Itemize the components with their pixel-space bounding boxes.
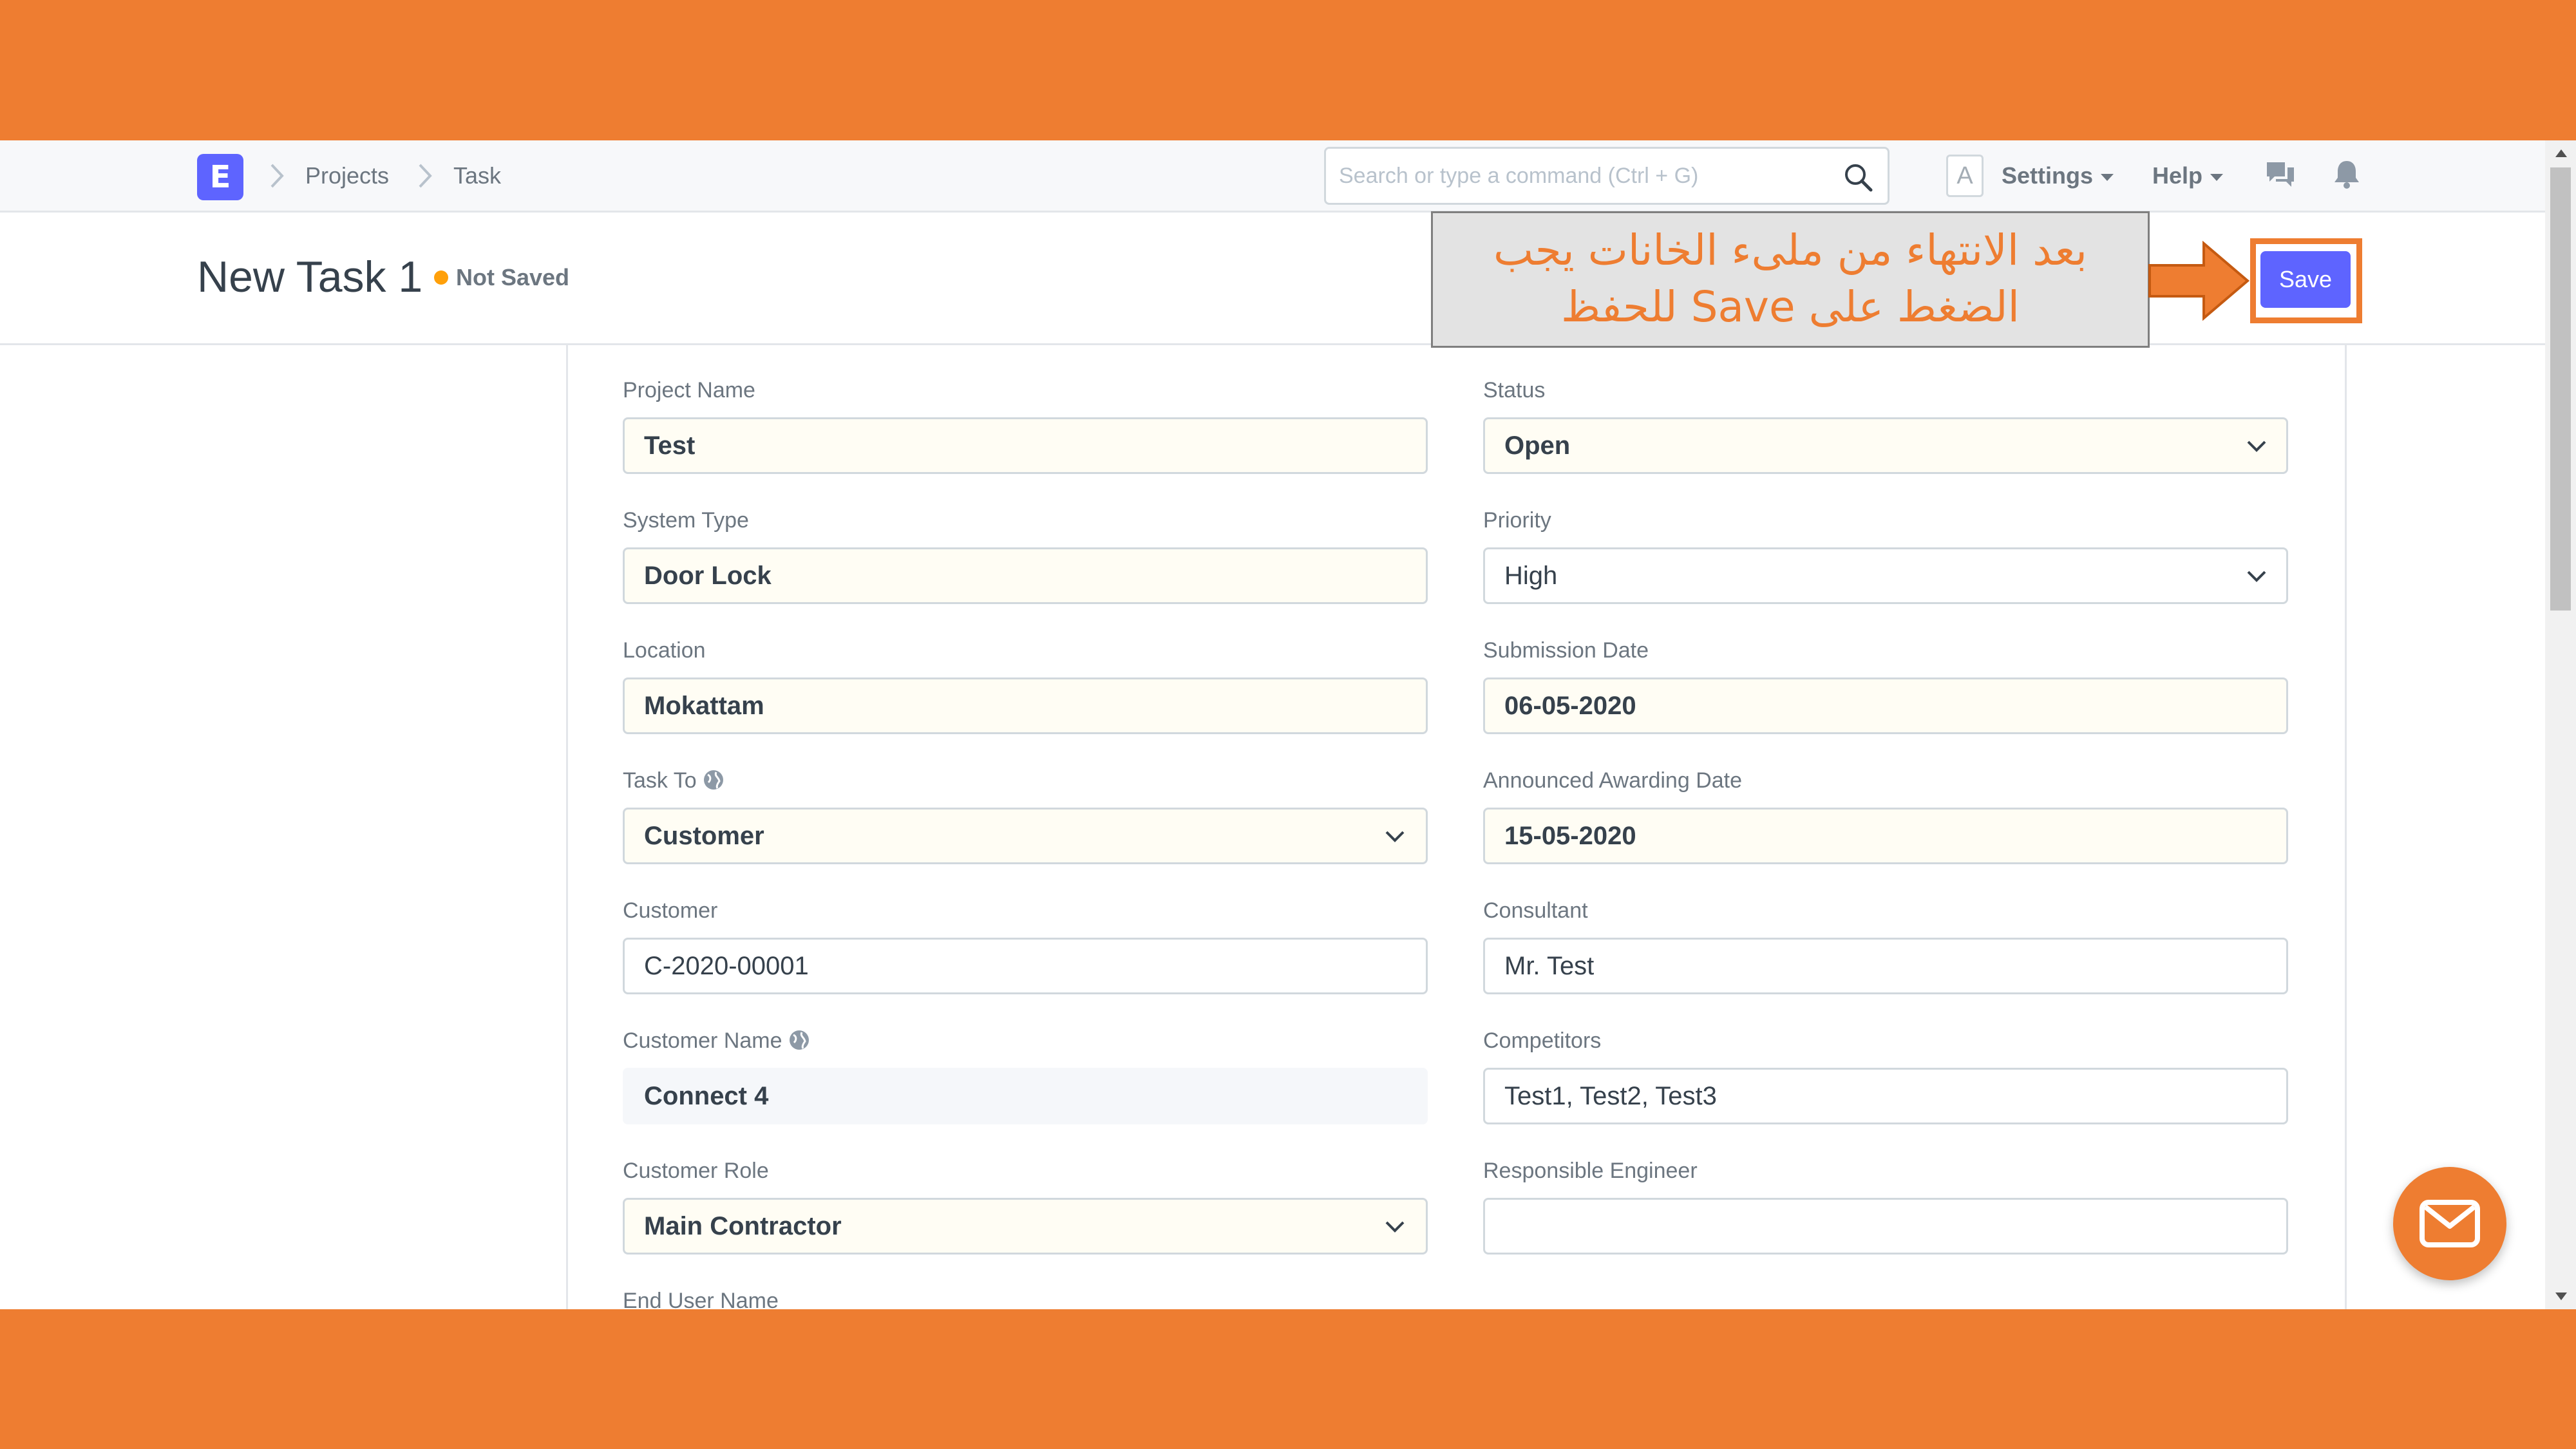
scrollbar[interactable] (2545, 140, 2576, 1309)
announced-awarding-date-label: Announced Awarding Date (1483, 768, 1743, 793)
navbar: E Projects Task A Settings Help (0, 140, 2545, 213)
consultant-label: Consultant (1483, 898, 1588, 923)
instruction-callout: بعد الانتهاء من ملىء الخانات يجب الضغط ع… (1431, 211, 2150, 348)
customer-name-label: Customer Name (623, 1027, 811, 1055)
chat-icon[interactable] (2264, 160, 2297, 189)
help-menu[interactable]: Help (2152, 160, 2224, 192)
task-to-select[interactable]: Customer (623, 808, 1428, 864)
location-field[interactable]: Mokattam (623, 677, 1428, 734)
project-name-label: Project Name (623, 378, 755, 402)
competitors-field[interactable]: Test1, Test2, Test3 (1483, 1068, 2288, 1124)
globe-icon (789, 1030, 809, 1050)
end-user-name-label: End User Name (623, 1289, 779, 1309)
customer-role-select[interactable]: Main Contractor (623, 1198, 1428, 1255)
settings-menu[interactable]: Settings (2002, 160, 2114, 192)
search-icon[interactable] (1842, 162, 1873, 193)
status-label: Status (1483, 378, 1546, 402)
priority-select[interactable]: High (1483, 547, 2288, 604)
chevron-right-icon (419, 164, 432, 188)
status-select[interactable]: Open (1483, 417, 2288, 474)
chevron-down-icon (2247, 571, 2266, 582)
system-type-label: System Type (623, 508, 749, 533)
caret-down-icon (2101, 173, 2114, 181)
search-input[interactable] (1339, 149, 1828, 203)
bell-icon[interactable] (2333, 158, 2361, 189)
avatar[interactable]: A (1946, 155, 1984, 197)
sidebar-divider (566, 345, 568, 1309)
submission-date-label: Submission Date (1483, 638, 1649, 663)
announced-awarding-date-field[interactable]: 15-05-2020 (1483, 808, 2288, 864)
priority-label: Priority (1483, 508, 1551, 533)
customer-name-field: Connect 4 (623, 1068, 1428, 1124)
callout-line-1: بعد الانتهاء من ملىء الخانات يجب (1493, 225, 2087, 275)
location-label: Location (623, 638, 706, 663)
breadcrumb-projects[interactable]: Projects (305, 160, 389, 192)
task-to-label: Task To (623, 766, 725, 795)
app-logo[interactable]: E (197, 154, 243, 200)
project-name-field[interactable]: Test (623, 417, 1428, 474)
globe-icon (703, 770, 723, 790)
customer-name-label-text: Customer Name (623, 1028, 782, 1053)
page-title: New Task 1 (197, 252, 423, 301)
submission-date-field[interactable]: 06-05-2020 (1483, 677, 2288, 734)
callout-line-2: الضغط على Save للحفظ (1561, 282, 2020, 332)
consultant-field[interactable]: Mr. Test (1483, 938, 2288, 994)
competitors-label: Competitors (1483, 1028, 1602, 1053)
system-type-field[interactable]: Door Lock (623, 547, 1428, 604)
chevron-down-icon (2247, 440, 2266, 452)
scroll-up-icon[interactable] (2555, 149, 2567, 157)
caret-down-icon (2210, 173, 2224, 181)
chevron-down-icon (1385, 831, 1405, 842)
customer-role-label: Customer Role (623, 1159, 769, 1183)
customer-field[interactable]: C-2020-00001 (623, 938, 1428, 994)
task-to-label-text: Task To (623, 768, 697, 793)
responsible-engineer-field[interactable] (1483, 1198, 2288, 1255)
status-badge: Not Saved (456, 264, 570, 290)
chevron-right-icon (270, 164, 284, 188)
scroll-thumb[interactable] (2550, 167, 2571, 611)
responsible-engineer-label: Responsible Engineer (1483, 1159, 1698, 1183)
panel-border (2345, 345, 2347, 1309)
help-label: Help (2152, 162, 2203, 189)
settings-label: Settings (2002, 162, 2094, 189)
status-dot (434, 270, 448, 285)
scroll-down-icon[interactable] (2555, 1293, 2567, 1300)
chevron-down-icon (1385, 1221, 1405, 1233)
email-button[interactable] (2393, 1167, 2506, 1280)
arrow-right-icon (2148, 241, 2250, 321)
app-window: E Projects Task A Settings Help New Task… (0, 140, 2576, 1309)
search-box (1324, 147, 1889, 205)
email-icon (2420, 1200, 2480, 1247)
customer-label: Customer (623, 898, 718, 923)
save-button[interactable]: Save (2260, 251, 2351, 308)
breadcrumb-task[interactable]: Task (453, 160, 501, 192)
